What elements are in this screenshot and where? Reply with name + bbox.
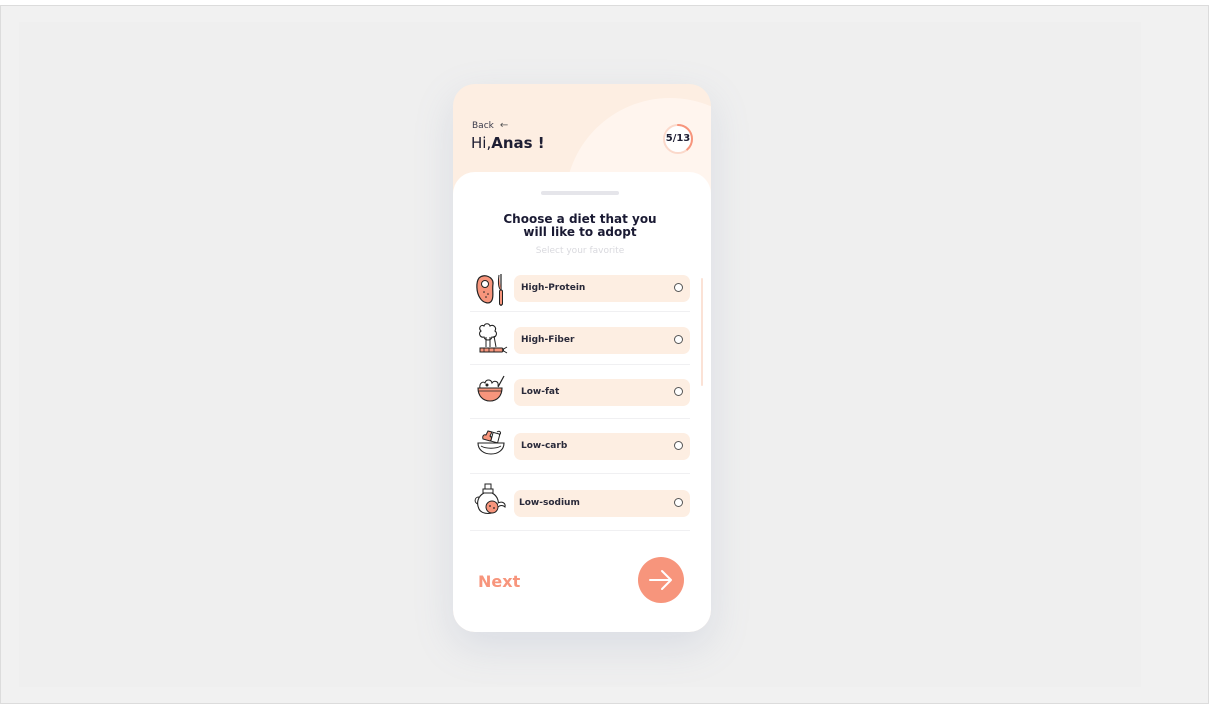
drag-handle[interactable]: [541, 191, 619, 195]
arrow-left-icon: ←: [499, 120, 509, 131]
option-low-carb[interactable]: Low-carb: [470, 427, 690, 474]
radio-button[interactable]: [674, 498, 683, 507]
radio-button[interactable]: [674, 335, 683, 344]
question-title: Choose a diet that you will like to adop…: [453, 213, 707, 239]
option-high-fiber[interactable]: High-Fiber: [470, 322, 690, 365]
arrow-right-icon: [649, 570, 672, 590]
next-button[interactable]: [638, 557, 684, 603]
phone-screen: Back ← Hi,Anas ! 5/13 Choose a diet that…: [453, 84, 711, 632]
option-pill[interactable]: High-Fiber: [514, 327, 690, 354]
option-label: Low-fat: [521, 387, 560, 397]
option-label: Low-sodium: [519, 498, 580, 508]
greeting-prefix: Hi,: [471, 134, 492, 152]
user-name: Anas !: [491, 134, 545, 152]
back-label: Back: [472, 120, 494, 131]
radio-button[interactable]: [674, 387, 683, 396]
step-progress: 5/13: [662, 123, 694, 155]
divider: [470, 473, 690, 474]
option-low-fat[interactable]: Low-fat: [470, 374, 690, 419]
salad-bowl-icon: [474, 374, 512, 412]
oil-jar-icon: [472, 481, 512, 525]
back-button[interactable]: Back ←: [472, 120, 508, 131]
option-low-sodium[interactable]: Low-sodium: [470, 483, 690, 531]
divider: [470, 364, 690, 365]
divider: [470, 530, 690, 531]
question-sheet: Choose a diet that you will like to adop…: [453, 172, 711, 632]
question-title-line2: will like to adopt: [523, 225, 637, 239]
radio-button[interactable]: [674, 441, 683, 450]
divider: [470, 418, 690, 419]
option-pill[interactable]: High-Protein: [514, 275, 690, 302]
progress-text: 5/13: [665, 133, 691, 144]
radio-button[interactable]: [674, 283, 683, 292]
next-label[interactable]: Next: [478, 572, 520, 591]
option-pill[interactable]: Low-fat: [514, 379, 690, 406]
divider: [470, 311, 690, 312]
option-label: High-Fiber: [521, 335, 575, 345]
option-label: High-Protein: [521, 283, 586, 293]
vegetables-icon: [474, 322, 512, 360]
option-pill[interactable]: Low-sodium: [514, 490, 690, 517]
greeting: Hi,Anas !: [471, 134, 545, 152]
scrollbar[interactable]: [701, 278, 703, 386]
option-high-protein[interactable]: High-Protein: [470, 272, 690, 312]
option-pill[interactable]: Low-carb: [514, 433, 690, 460]
option-label: Low-carb: [521, 441, 568, 451]
question-subtitle: Select your favorite: [535, 246, 625, 256]
browser-frame: Back ← Hi,Anas ! 5/13 Choose a diet that…: [0, 5, 1209, 704]
food-bowl-icon: [474, 427, 512, 465]
steak-knife-icon: [474, 272, 512, 312]
